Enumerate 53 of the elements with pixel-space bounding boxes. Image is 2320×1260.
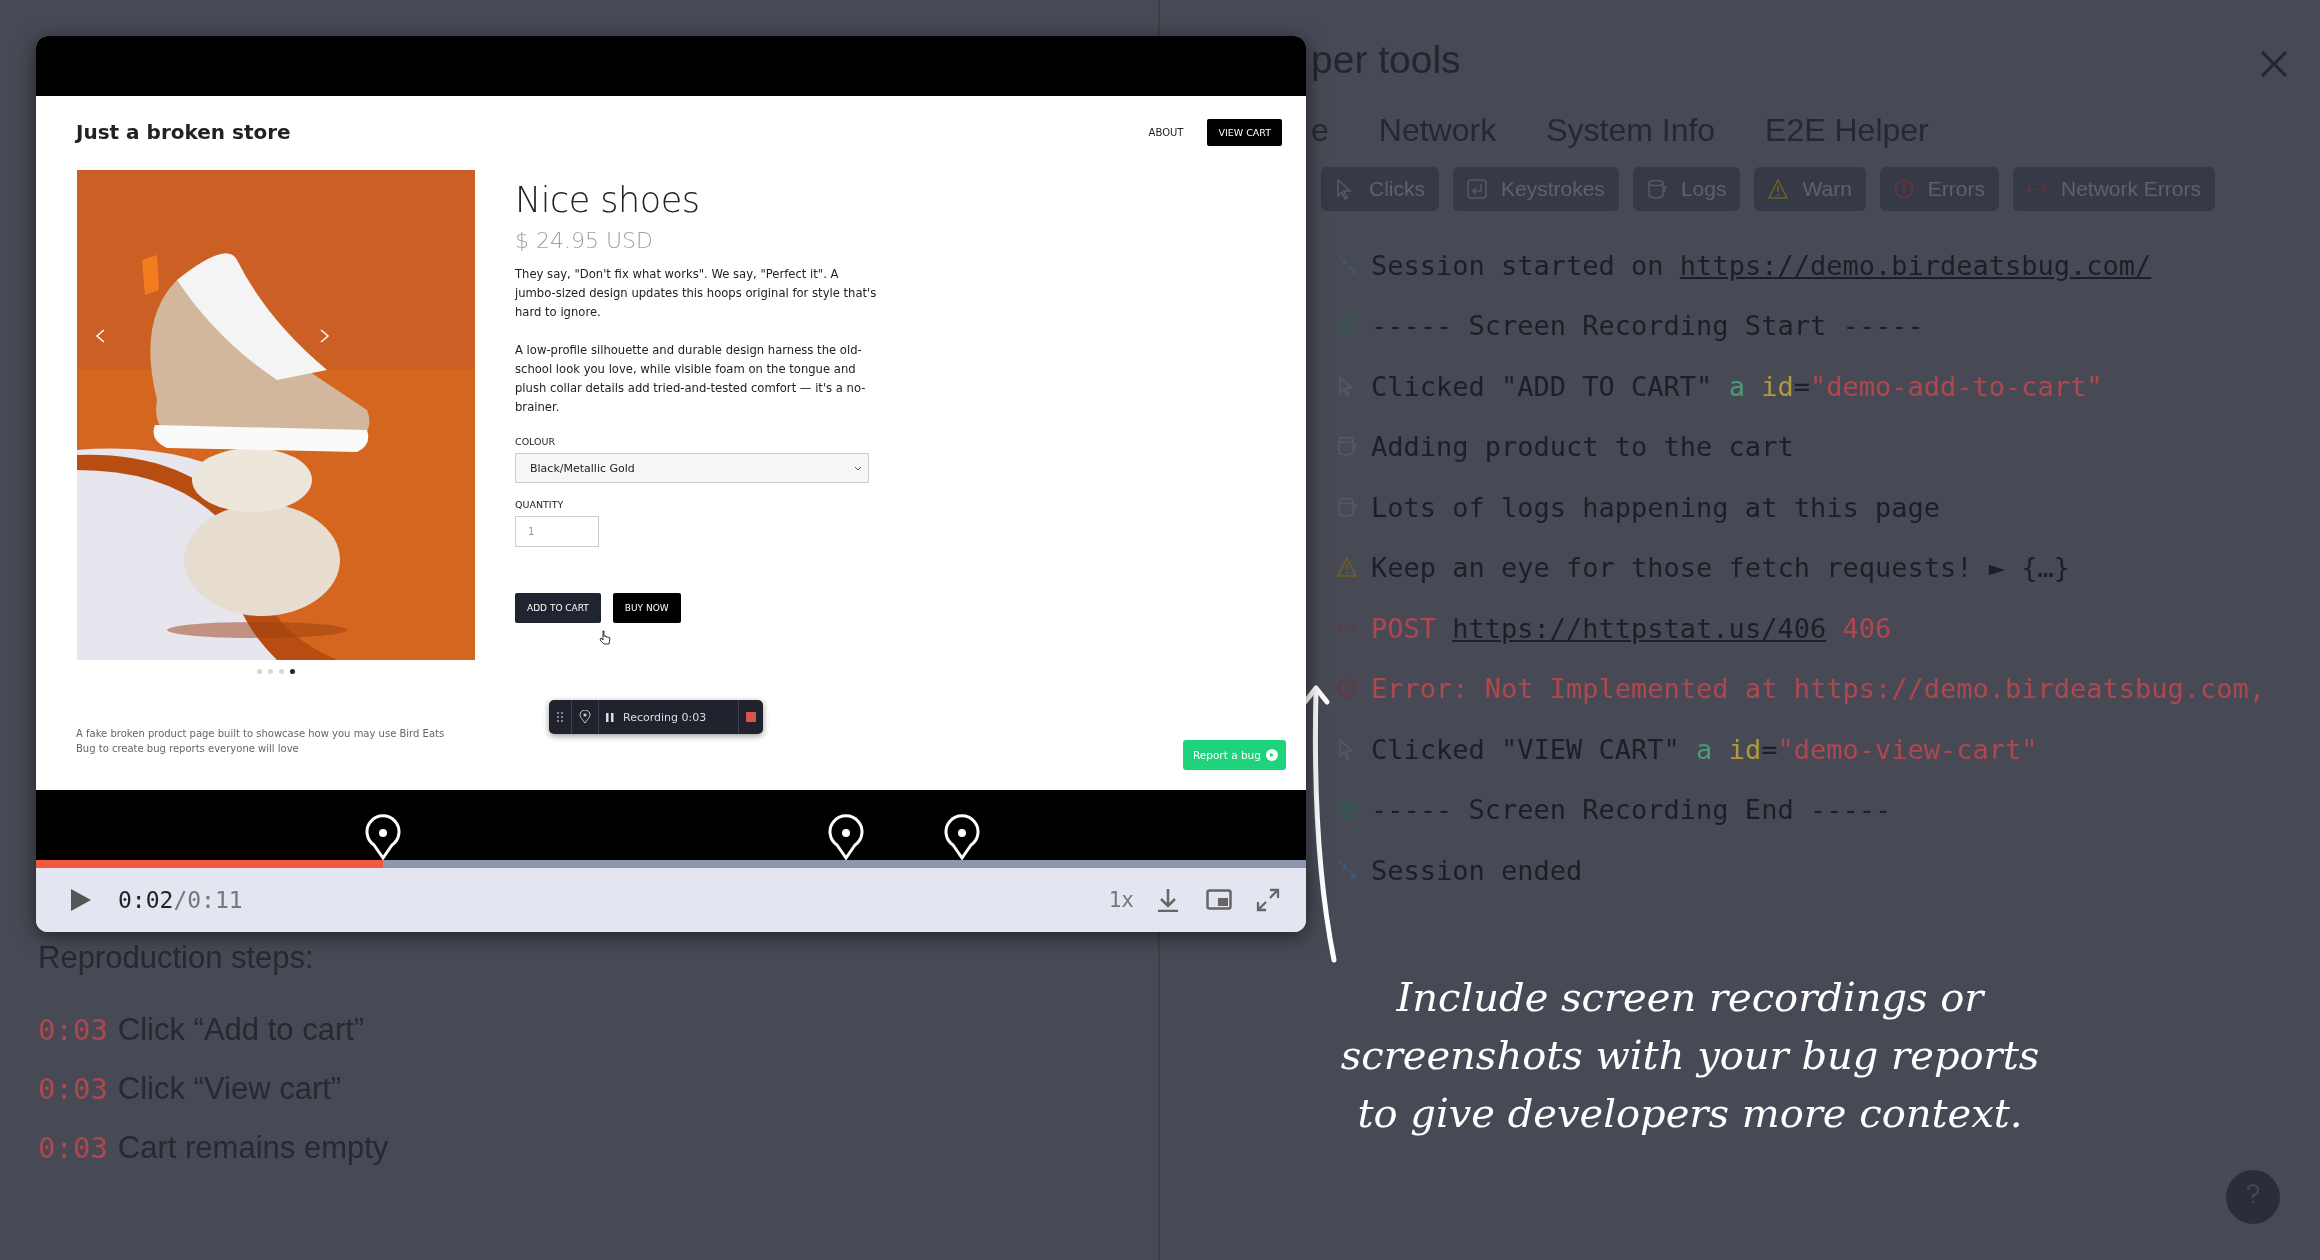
carousel-dot[interactable] xyxy=(268,669,273,674)
nav-link[interactable]: ABOUT xyxy=(1148,126,1184,138)
cylinder-icon xyxy=(1646,178,1667,200)
drag-handle-icon xyxy=(556,711,564,723)
play-circle-icon xyxy=(1337,315,1357,337)
pause-icon xyxy=(606,712,614,722)
store-title: Just a broken store xyxy=(76,120,292,144)
colour-select[interactable]: Black/Metallic Gold xyxy=(515,453,869,483)
video-player[interactable] xyxy=(36,36,1306,932)
caption-line: Include screen recordings or xyxy=(1395,973,1987,1022)
stop-circle-icon xyxy=(1337,799,1357,821)
product-description: A low-profile silhouette and durable design harness the old-school look you love, while visible foam on the tongue and plush collar details add tried-and-tested comfort — it's a no-brainer. xyxy=(515,342,867,416)
stop-icon xyxy=(746,712,757,722)
fullscreen-icon[interactable] xyxy=(1256,888,1282,912)
warning-icon xyxy=(1337,557,1357,579)
step-timestamp[interactable]: 0:03 xyxy=(38,1072,108,1106)
carousel-dot[interactable] xyxy=(279,669,284,674)
timeline-marker[interactable] xyxy=(943,814,980,860)
warning-icon xyxy=(1768,178,1789,200)
error-icon xyxy=(1337,678,1357,700)
timeline-marker[interactable] xyxy=(828,814,865,860)
footer-text: A fake broken product page built to showcase how you may use Bird Eats Bug to create bug reports everyone will love xyxy=(76,727,446,756)
step-timestamp[interactable]: 0:03 xyxy=(38,1131,108,1165)
chevron-down-icon xyxy=(854,464,862,472)
error-icon xyxy=(1893,178,1914,200)
carousel-dot[interactable] xyxy=(290,669,295,674)
pin-icon xyxy=(579,710,591,724)
step-timestamp[interactable]: 0:03 xyxy=(38,1013,108,1047)
log-line: Error: Not Implemented at https://demo.birdeatsbug.com, xyxy=(1371,673,2266,705)
cart-button[interactable]: BUY NOW xyxy=(612,593,681,623)
recording-timer: Recording 0:03 xyxy=(623,710,707,724)
product-description: They say, "Don't fix what works". We say, "Perfect it". A jumbo-sized design updates this hoops original for style that's hard to ignore. xyxy=(515,266,877,321)
play-icon xyxy=(1265,749,1278,761)
cart-button[interactable]: ADD TO CART xyxy=(515,593,601,623)
hand-cursor-icon xyxy=(599,630,611,645)
timeline-marker[interactable] xyxy=(364,814,401,860)
video-time: 0:02/0:11 xyxy=(118,887,244,913)
carousel-dot[interactable] xyxy=(257,669,262,674)
caption-line: to give developers more context. xyxy=(1356,1089,2024,1138)
field-label: COLOUR xyxy=(515,436,557,447)
report-bug-button[interactable]: Report a bug xyxy=(1183,740,1286,770)
progress-track[interactable] xyxy=(36,860,1306,868)
product-title: Nice shoes xyxy=(515,180,701,220)
view-cart-button[interactable]: VIEW CART xyxy=(1207,118,1282,146)
product-price: $ 24.95 USD xyxy=(515,228,654,253)
field-label: QUANTITY xyxy=(515,499,565,510)
speed-button[interactable]: 1x xyxy=(1108,888,1134,912)
caption-line: screenshots with your bug reports xyxy=(1339,1031,2041,1080)
enter-key-icon xyxy=(1467,178,1487,200)
cursor-icon xyxy=(1335,178,1355,200)
picture-in-picture-icon[interactable] xyxy=(1206,888,1232,912)
quantity-field[interactable]: 1 xyxy=(515,516,599,547)
play-icon[interactable] xyxy=(70,888,92,912)
